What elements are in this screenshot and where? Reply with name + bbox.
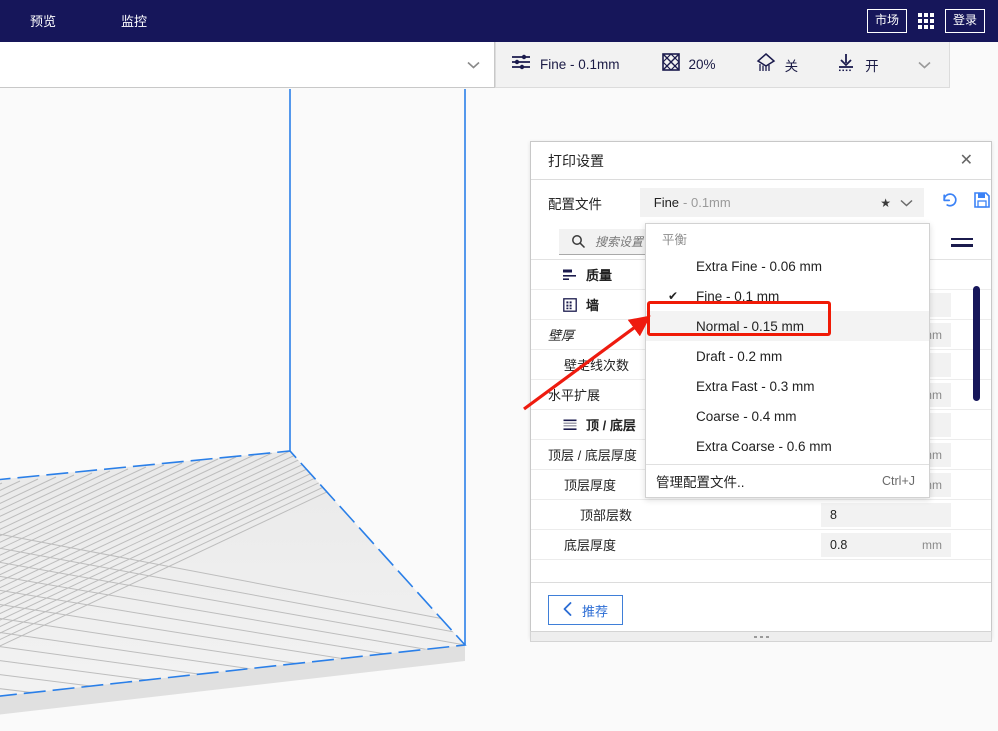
dropdown-item-coarse[interactable]: Coarse - 0.4 mm xyxy=(646,401,929,431)
dropdown-item-label: Normal - 0.15 mm xyxy=(696,318,805,334)
search-icon xyxy=(571,234,586,249)
settings-scrollbar-thumb[interactable] xyxy=(973,286,980,401)
setting-row-top-layers[interactable]: 顶部层数 8 xyxy=(531,500,991,530)
category-label: 顶 / 底层 xyxy=(586,418,636,433)
walls-icon xyxy=(563,297,577,312)
chevron-left-icon xyxy=(563,601,572,619)
dropdown-item-label: Extra Fast - 0.3 mm xyxy=(696,378,815,394)
dropdown-item-label: Coarse - 0.4 mm xyxy=(696,408,797,424)
chevron-down-icon[interactable] xyxy=(900,194,913,212)
setting-unit: mm xyxy=(922,537,942,552)
category-walls: 墙 xyxy=(563,295,599,314)
dropdown-item-extra-fine[interactable]: Extra Fine - 0.06 mm xyxy=(646,251,929,281)
setting-value-field[interactable]: 8 xyxy=(821,502,951,527)
chevron-down-icon xyxy=(467,56,480,74)
save-floppy-icon[interactable] xyxy=(973,191,991,214)
dropdown-group-label: 平衡 xyxy=(662,233,688,247)
category-top-bottom: 顶 / 底层 xyxy=(563,415,636,434)
app-root: 预览 监控 市场 登录 Fine - 0.1mm 20% 关 开 打印设置 ✕ … xyxy=(0,0,998,731)
dropdown-item-fine[interactable]: ✔ Fine - 0.1 mm xyxy=(646,281,929,311)
star-icon[interactable]: ★ xyxy=(880,196,891,210)
category-quality: 质量 xyxy=(563,265,612,284)
toolbar-infill-label: 20% xyxy=(688,57,716,72)
chevron-down-icon[interactable] xyxy=(918,56,931,74)
dropdown-item-draft[interactable]: Draft - 0.2 mm xyxy=(646,341,929,371)
setting-label: 水平扩展 xyxy=(548,388,601,403)
profile-row: 配置文件 Fine - 0.1mm ★ xyxy=(531,180,991,225)
manage-profiles-label: 管理配置文件.. xyxy=(656,475,745,490)
toolbar-infill-group[interactable]: 20% xyxy=(661,53,716,76)
row-control: 8 xyxy=(821,502,951,527)
category-label: 质量 xyxy=(586,268,613,283)
recommended-mode-label: 推荐 xyxy=(582,603,609,619)
nav-monitor[interactable]: 监控 xyxy=(111,9,157,34)
topbar-right-group: 市场 登录 xyxy=(866,9,985,33)
hamburger-menu-icon[interactable] xyxy=(951,237,973,247)
setting-label: 底层厚度 xyxy=(564,538,617,553)
reset-circular-arrow-icon[interactable] xyxy=(941,191,959,214)
settings-scrollbar-track[interactable] xyxy=(973,264,980,578)
marketplace-button[interactable]: 市场 xyxy=(866,9,907,33)
setting-value-field[interactable]: 0.8 mm xyxy=(821,532,951,557)
dropdown-item-label: Extra Coarse - 0.6 mm xyxy=(696,438,832,454)
toolbar-adhesion-group[interactable]: 开 xyxy=(836,53,879,77)
toolbar-adhesion-label: 开 xyxy=(865,58,879,74)
toolbar-profile-group[interactable]: Fine - 0.1mm xyxy=(511,53,620,76)
dropdown-item-label: Draft - 0.2 mm xyxy=(696,348,783,364)
profile-combobox-value: Fine xyxy=(653,195,680,210)
row-control: 0.8 mm xyxy=(821,532,951,557)
nav-preview[interactable]: 预览 xyxy=(20,9,66,34)
toolbar-support-group[interactable]: 关 xyxy=(756,52,799,77)
grid-apps-icon[interactable] xyxy=(917,13,934,29)
manage-profiles-shortcut: Ctrl+J xyxy=(882,474,915,488)
toolbar-support-label: 关 xyxy=(784,58,799,74)
setting-label: 顶层 / 底层厚度 xyxy=(548,448,637,463)
topbottom-icon xyxy=(563,418,577,432)
toolbar-row: Fine - 0.1mm 20% 关 开 xyxy=(0,42,998,89)
dialog-resize-grip[interactable] xyxy=(530,631,992,642)
machine-selector[interactable] xyxy=(0,42,495,88)
print-settings-toolbar[interactable]: Fine - 0.1mm 20% 关 开 xyxy=(495,42,950,88)
dialog-footer: 推荐 xyxy=(531,582,991,637)
signin-button[interactable]: 登录 xyxy=(944,9,985,33)
infill-grid-icon xyxy=(661,53,680,76)
close-icon[interactable]: ✕ xyxy=(956,151,977,171)
profile-combobox[interactable]: Fine - 0.1mm ★ xyxy=(639,188,924,217)
top-navigation-bar: 预览 监控 市场 登录 xyxy=(0,0,998,42)
dropdown-item-extra-fast[interactable]: Extra Fast - 0.3 mm xyxy=(646,371,929,401)
support-icon xyxy=(756,52,776,77)
profile-row-label: 配置文件 xyxy=(548,196,602,212)
dialog-title: 打印设置 xyxy=(548,152,604,169)
setting-value: 0.8 xyxy=(830,537,848,552)
quality-icon xyxy=(563,268,577,282)
profile-combobox-subvalue: - 0.1mm xyxy=(683,195,731,210)
dropdown-item-label: Fine - 0.1 mm xyxy=(696,288,780,304)
setting-label: 壁厚 xyxy=(548,328,575,343)
setting-label: 壁走线次数 xyxy=(564,358,630,373)
dropdown-item-normal[interactable]: Normal - 0.15 mm xyxy=(646,311,929,341)
setting-label: 顶层厚度 xyxy=(564,478,617,493)
dropdown-item-label: Extra Fine - 0.06 mm xyxy=(696,258,823,274)
toolbar-profile-label: Fine - 0.1mm xyxy=(540,57,620,72)
setting-label: 顶部层数 xyxy=(580,508,633,523)
dropdown-item-extra-coarse[interactable]: Extra Coarse - 0.6 mm xyxy=(646,431,929,461)
setting-value: 8 xyxy=(830,507,837,522)
recommended-mode-button[interactable]: 推荐 xyxy=(548,595,624,625)
category-label: 墙 xyxy=(586,298,600,313)
dialog-header: 打印设置 ✕ xyxy=(531,142,991,180)
dropdown-manage-profiles[interactable]: 管理配置文件.. Ctrl+J xyxy=(646,465,929,497)
sliders-icon xyxy=(511,53,531,76)
profile-dropdown-menu: 平衡 Extra Fine - 0.06 mm ✔ Fine - 0.1 mm … xyxy=(645,223,930,498)
checkmark-icon: ✔ xyxy=(668,289,679,303)
build-plate-adhesion-icon xyxy=(836,53,856,77)
setting-row-bottom-thickness[interactable]: 底层厚度 0.8 mm xyxy=(531,530,991,560)
profile-actions xyxy=(941,191,991,214)
